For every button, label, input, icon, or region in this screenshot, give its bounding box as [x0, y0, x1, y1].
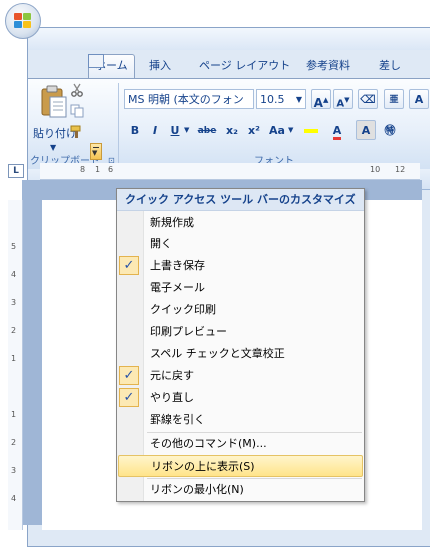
- title-bar: [28, 28, 430, 50]
- ruler-number: 1: [95, 165, 101, 174]
- word-document-icon[interactable]: [88, 54, 104, 68]
- office-logo-icon: [14, 13, 32, 29]
- chevron-down-icon: ▼: [92, 149, 98, 157]
- menu-item-open[interactable]: 開く: [117, 233, 364, 255]
- phonetic-guide-icon[interactable]: 亜: [384, 89, 404, 109]
- menu-item-more-commands[interactable]: その他のコマンド(M)...: [117, 433, 364, 455]
- italic-button[interactable]: I: [146, 120, 164, 140]
- change-case-button[interactable]: Aa: [266, 120, 288, 140]
- ruler-number: 12: [395, 165, 406, 174]
- font-size-value: 10.5: [260, 93, 285, 106]
- menu-item-spelling[interactable]: スペル チェックと文章校正: [117, 343, 364, 365]
- ruler-number: 2: [11, 438, 17, 447]
- enclosed-character-icon[interactable]: ㊕: [380, 120, 400, 140]
- superscript-button[interactable]: x²: [244, 120, 264, 140]
- font-size-combobox[interactable]: 10.5 ▼: [256, 89, 306, 109]
- checkmark-icon: ✓: [119, 256, 139, 275]
- menu-item-show-above-ribbon[interactable]: リボンの上に表示(S): [118, 455, 363, 477]
- group-separator: [118, 83, 119, 167]
- ruler-number: 2: [11, 326, 17, 335]
- chevron-down-icon: ▼: [295, 95, 302, 104]
- ruler-number: 6: [108, 165, 114, 174]
- customize-qat-menu: クイック アクセス ツール バーのカスタマイズ 新規作成 開く ✓ 上書き保存 …: [116, 188, 365, 502]
- strikethrough-button[interactable]: abe: [194, 120, 220, 140]
- checkmark-icon: ✓: [119, 388, 139, 407]
- ruler-number: 4: [11, 494, 17, 503]
- ruler-number: 3: [11, 298, 17, 307]
- underline-button[interactable]: U: [166, 120, 184, 140]
- tab-mailings[interactable]: 差し: [373, 56, 407, 76]
- office-button[interactable]: [5, 3, 41, 39]
- shrink-font-button[interactable]: A▼: [333, 89, 353, 109]
- highlight-color-icon[interactable]: [300, 120, 322, 140]
- checkmark-icon: ✓: [119, 366, 139, 385]
- ribbon-home: 貼り付け ▼ クリップボード ⊡ MS 明朝 (本文のフォン 10.5 ▼ A▲: [28, 78, 430, 170]
- menu-item-email[interactable]: 電子メール: [117, 277, 364, 299]
- ruler-number: 5: [11, 242, 17, 251]
- format-painter-icon[interactable]: [70, 125, 84, 139]
- underline-dropdown-icon[interactable]: ▼: [184, 126, 189, 134]
- character-shading-icon[interactable]: A: [356, 120, 376, 140]
- menu-item-quick-print[interactable]: クイック印刷: [117, 299, 364, 321]
- ruler-number: 10: [370, 165, 381, 174]
- subscript-button[interactable]: x₂: [222, 120, 242, 140]
- menu-item-draw-table[interactable]: 罫線を引く: [117, 409, 364, 431]
- menu-item-print-preview[interactable]: 印刷プレビュー: [117, 321, 364, 343]
- menu-item-new[interactable]: 新規作成: [117, 212, 364, 234]
- ruler-number: 3: [11, 466, 17, 475]
- character-border-icon[interactable]: A: [409, 89, 429, 109]
- customize-qat-button[interactable]: ▼: [90, 143, 102, 160]
- font-name-combobox[interactable]: MS 明朝 (本文のフォン: [124, 89, 254, 109]
- tab-references[interactable]: 参考資料: [300, 56, 356, 76]
- clear-formatting-icon[interactable]: ⌫: [358, 89, 378, 109]
- copy-icon[interactable]: [70, 104, 84, 118]
- ruler-number: 1: [11, 410, 17, 419]
- tab-page-layout[interactable]: ページ レイアウト: [193, 56, 296, 76]
- ruler-number: 4: [11, 270, 17, 279]
- bold-button[interactable]: B: [126, 120, 144, 140]
- grow-font-button[interactable]: A▲: [311, 89, 331, 110]
- menu-item-save[interactable]: ✓ 上書き保存: [117, 255, 364, 277]
- change-case-dropdown-icon[interactable]: ▼: [288, 126, 293, 134]
- ruler-number: 8: [80, 165, 86, 174]
- vertical-ruler[interactable]: 5 4 3 2 1 1 2 3 4: [8, 200, 23, 530]
- menu-item-minimize-ribbon[interactable]: リボンの最小化(N): [117, 479, 364, 501]
- cut-icon[interactable]: [70, 83, 84, 97]
- tab-insert[interactable]: 挿入: [143, 56, 177, 76]
- menu-item-redo[interactable]: ✓ やり直し: [117, 387, 364, 409]
- menu-item-undo[interactable]: ✓ 元に戻す: [117, 365, 364, 387]
- paste-icon[interactable]: [40, 85, 68, 119]
- font-color-icon[interactable]: A: [326, 120, 348, 140]
- paste-dropdown-icon[interactable]: ▼: [50, 143, 56, 152]
- horizontal-ruler[interactable]: 8 1 6 10 12: [40, 163, 420, 180]
- ruler-number: 1: [11, 354, 17, 363]
- menu-title: クイック アクセス ツール バーのカスタマイズ: [117, 189, 364, 211]
- tab-selector[interactable]: L: [8, 164, 24, 178]
